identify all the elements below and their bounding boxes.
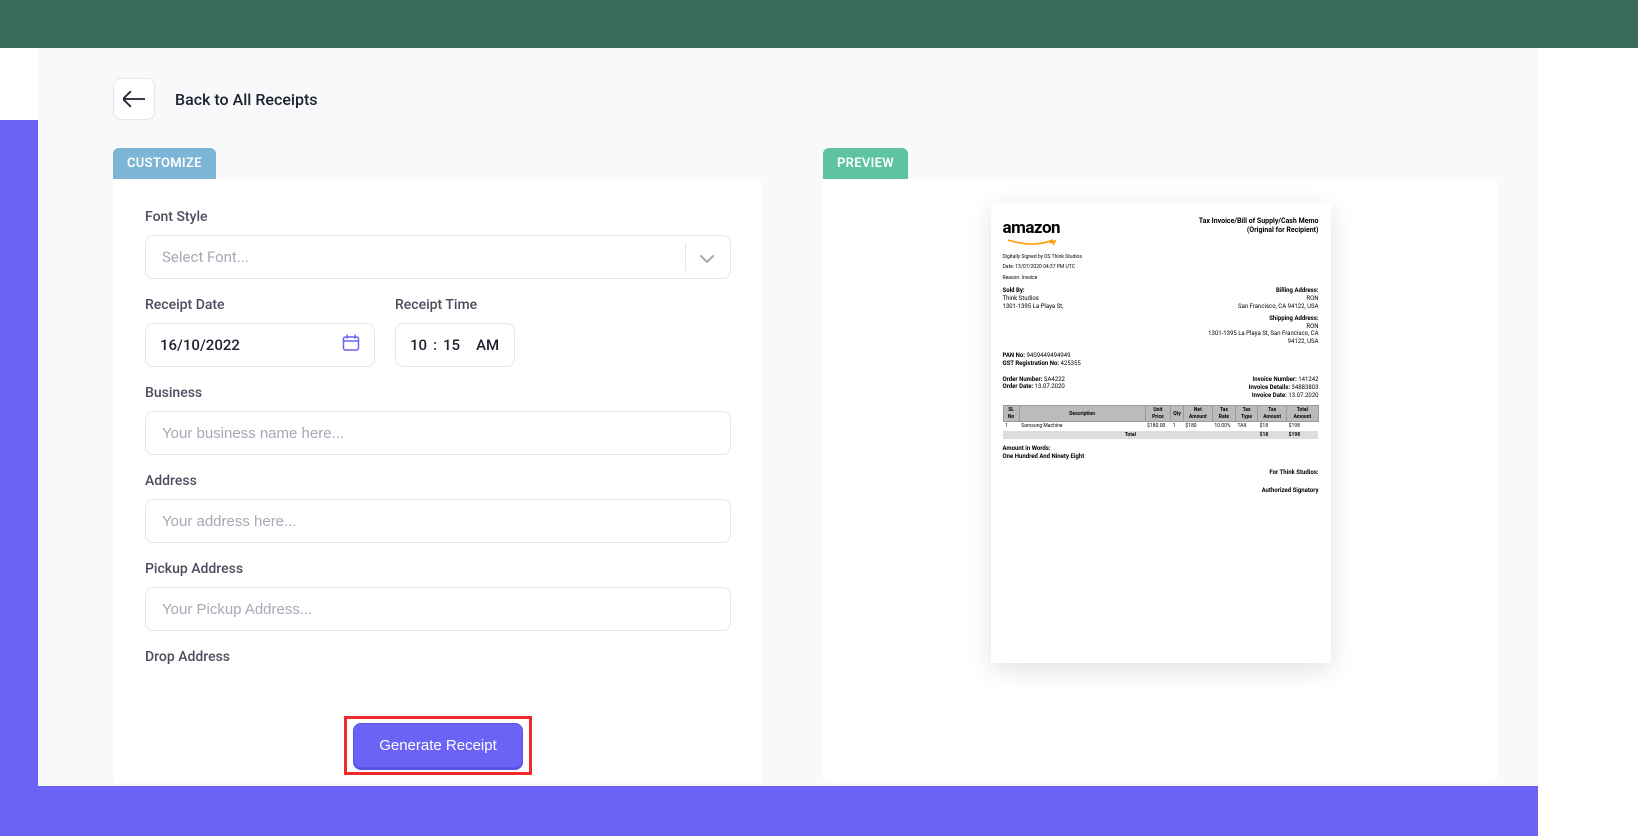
sig-line-3: Reason: Invoice bbox=[1003, 275, 1082, 282]
arrow-left-icon bbox=[123, 91, 145, 107]
time-min: 15 bbox=[443, 336, 460, 354]
time-hour: 10 bbox=[410, 336, 427, 354]
receipt-title: Tax Invoice/Bill of Supply/Cash Memo bbox=[1199, 217, 1319, 226]
sig-line-2: Date: 13/07/2020 04:37 PM UTC bbox=[1003, 264, 1082, 271]
billing-label: Billing Address: bbox=[1208, 287, 1318, 295]
address-input[interactable] bbox=[145, 499, 731, 543]
for-label: For Think Studios: bbox=[1003, 469, 1319, 477]
pan-label: PAN No: bbox=[1003, 352, 1025, 359]
address-label: Address bbox=[145, 473, 731, 489]
receipt-table: SL No Description Unit Price Qty Net Amo… bbox=[1003, 405, 1319, 439]
gst-label: GST Registration No: bbox=[1003, 360, 1060, 367]
receipt-date-input[interactable]: 16/10/2022 bbox=[145, 323, 375, 367]
generate-highlight: Generate Receipt bbox=[344, 716, 532, 775]
invoice-date: 13.07.2020 bbox=[1288, 392, 1318, 399]
shipping-label: Shipping Address: bbox=[1208, 315, 1318, 323]
invoice-det-label: Invoice Details: bbox=[1249, 384, 1290, 391]
amazon-logo: amazon bbox=[1003, 217, 1082, 239]
gst-val: 425355 bbox=[1061, 360, 1081, 367]
business-input[interactable] bbox=[145, 411, 731, 455]
ship-addr2: 94122, USA bbox=[1208, 338, 1318, 346]
ship-addr1: 1301-1395 La Playa St, San Francisco, CA bbox=[1208, 330, 1318, 338]
preview-tag: PREVIEW bbox=[823, 148, 908, 179]
generate-receipt-button[interactable]: Generate Receipt bbox=[353, 723, 523, 768]
customize-card: Font Style Select Font... Receipt Date 1… bbox=[113, 179, 763, 783]
receipt-time-label: Receipt Time bbox=[395, 297, 515, 313]
amount-words-label: Amount in Words: bbox=[1003, 445, 1319, 453]
invoice-no-label: Invoice Number: bbox=[1253, 376, 1297, 383]
receipt-date-label: Receipt Date bbox=[145, 297, 375, 313]
sig-line-1: Digitally Signed by DS Think Studios bbox=[1003, 254, 1082, 261]
receipt-preview: amazon Digitally Signed by DS Think Stud… bbox=[991, 203, 1331, 663]
font-select[interactable]: Select Font... bbox=[145, 235, 731, 279]
order-no: SA4222 bbox=[1044, 376, 1065, 383]
drop-address-label: Drop Address bbox=[145, 649, 731, 665]
bill-name: RON bbox=[1208, 295, 1318, 303]
back-label: Back to All Receipts bbox=[175, 90, 318, 109]
order-no-label: Order Number: bbox=[1003, 376, 1043, 383]
business-label: Business bbox=[145, 385, 731, 401]
order-date: 13.07.2020 bbox=[1035, 383, 1065, 390]
table-total-row: Total $18 $198 bbox=[1003, 431, 1318, 440]
amazon-smile-icon bbox=[1003, 239, 1063, 247]
seller-name: Think Studios bbox=[1003, 295, 1064, 303]
bill-addr: San Francisco, CA 94122, USA bbox=[1208, 303, 1318, 311]
pickup-address-input[interactable] bbox=[145, 587, 731, 631]
invoice-no: 141242 bbox=[1298, 376, 1318, 383]
chevron-down-icon bbox=[700, 248, 714, 267]
back-button[interactable] bbox=[113, 78, 155, 120]
pickup-address-label: Pickup Address bbox=[145, 561, 731, 577]
receipt-time-input[interactable]: 10 : 15 AM bbox=[395, 323, 515, 367]
auth-sig: Authorized Signatory bbox=[1003, 487, 1319, 495]
sold-by-label: Sold By: bbox=[1003, 287, 1064, 295]
calendar-icon bbox=[342, 334, 360, 356]
table-row: 1 Samsung Machine $180.00 1 $180 10.00% … bbox=[1003, 422, 1318, 431]
receipt-date-value: 16/10/2022 bbox=[160, 336, 330, 354]
footer-bar: Generate Receipt bbox=[113, 713, 763, 783]
order-date-label: Order Date: bbox=[1003, 383, 1034, 390]
receipt-subtitle: (Original for Recipient) bbox=[1199, 226, 1319, 235]
customize-tag: CUSTOMIZE bbox=[113, 148, 216, 179]
font-style-label: Font Style bbox=[145, 209, 731, 225]
invoice-date-label: Invoice Date: bbox=[1252, 392, 1287, 399]
invoice-det: 34883803 bbox=[1292, 384, 1319, 391]
font-placeholder: Select Font... bbox=[162, 248, 685, 266]
app-canvas: Back to All Receipts CUSTOMIZE Font Styl… bbox=[38, 48, 1538, 786]
ship-name: RON bbox=[1208, 323, 1318, 331]
preview-card: amazon Digitally Signed by DS Think Stud… bbox=[823, 179, 1498, 783]
pan-val: 94S9449494949 bbox=[1026, 352, 1070, 359]
seller-addr: 1301-1395 La Playa St, bbox=[1003, 303, 1064, 311]
time-ampm: AM bbox=[476, 336, 499, 354]
amount-words: One Hundred And Ninety Eight bbox=[1003, 453, 1319, 461]
